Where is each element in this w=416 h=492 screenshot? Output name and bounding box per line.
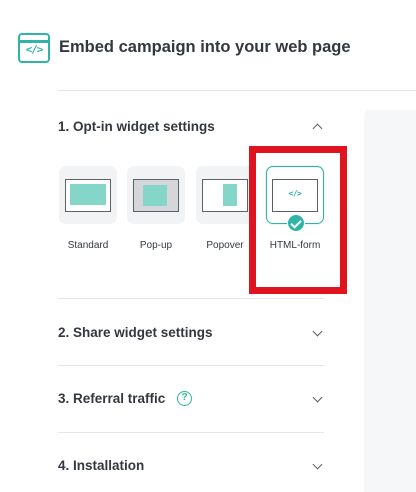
section-header-share-widget-settings[interactable]: 2. Share widget settings (58, 325, 324, 345)
widget-option-standard[interactable]: Standard (59, 166, 117, 251)
popover-layout-icon (196, 166, 254, 224)
widget-option-label: Pop-up (139, 240, 173, 251)
chevron-down-icon[interactable] (312, 459, 323, 470)
thumbnail-fill (70, 184, 106, 205)
section-header-referral-traffic[interactable]: 3. Referral traffic ? (58, 391, 324, 411)
chevron-up-icon[interactable] (312, 123, 323, 134)
section-title: 2. Share widget settings (58, 325, 213, 340)
code-embed-icon: </> (18, 33, 50, 63)
section-divider (58, 365, 324, 366)
code-glyph: </> (25, 43, 44, 56)
standard-thumbnail (65, 179, 111, 212)
widget-option-html-form[interactable]: </> HTML-form (266, 166, 324, 251)
html-form-layout-icon: </> (266, 166, 324, 232)
page-title: Embed campaign into your web page (59, 38, 351, 56)
section-header-installation[interactable]: 4. Installation (58, 458, 324, 478)
popover-thumbnail (202, 179, 248, 212)
check-icon (287, 214, 305, 232)
widget-option-popover[interactable]: Popover (196, 166, 254, 251)
chevron-down-icon[interactable] (312, 326, 323, 337)
thumbnail-fill (223, 184, 237, 206)
html-form-thumbnail: </> (272, 179, 318, 212)
popup-thumbnail (133, 179, 179, 212)
section-title: 1. Opt-in widget settings (58, 119, 215, 134)
section-title: 3. Referral traffic (58, 391, 166, 406)
widget-option-label: Standard (67, 240, 109, 251)
chevron-down-icon[interactable] (312, 392, 323, 403)
help-icon[interactable]: ? (177, 391, 192, 406)
widget-option-label: Popover (206, 240, 244, 251)
thumbnail-fill (143, 185, 167, 206)
standard-layout-icon (59, 166, 117, 224)
header-divider (58, 90, 416, 91)
section-divider (58, 432, 324, 433)
popup-layout-icon (127, 166, 185, 224)
section-title: 4. Installation (58, 458, 145, 473)
preview-panel (364, 110, 416, 492)
code-icon: </> (288, 189, 302, 198)
section-header-opt-in-widget-settings[interactable]: 1. Opt-in widget settings (58, 119, 324, 139)
section-divider (58, 298, 324, 299)
widget-option-popup[interactable]: Pop-up (127, 166, 185, 251)
widget-option-label: HTML-form (269, 240, 321, 251)
